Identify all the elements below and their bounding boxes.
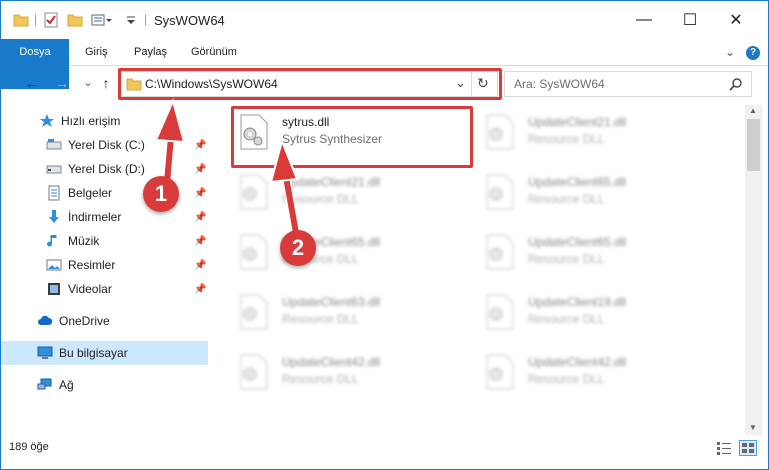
callout-arrows [154,97,303,245]
callout-badge-1: 1 [143,176,179,212]
arrow-2 [269,137,303,245]
explorer-window: | | SysWOW64 — ☐ ✕ Dosya Giriş Paylaş Gö… [0,0,769,470]
callout-badge-2: 2 [280,230,316,266]
